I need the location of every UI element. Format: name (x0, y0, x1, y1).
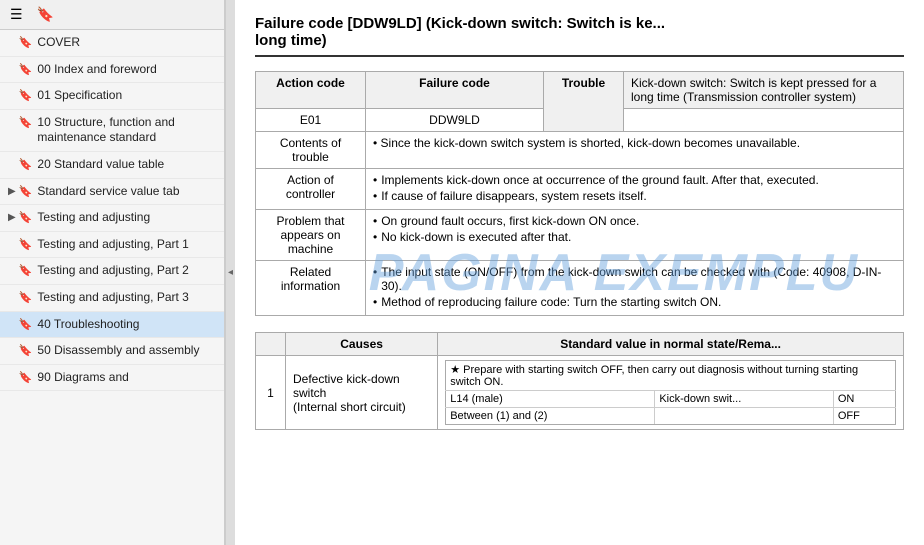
causes-table: Causes Standard value in normal state/Re… (255, 332, 904, 430)
trouble-desc-header: Kick-down switch: Switch is kept pressed… (624, 72, 904, 109)
sidebar-item-label: Testing and adjusting, Part 2 (37, 263, 188, 279)
failure-code-header: Failure code (366, 72, 544, 109)
sidebar-item-cover[interactable]: ▶🔖COVER (0, 30, 224, 57)
sidebar-item-01-spec[interactable]: ▶🔖01 Specification (0, 83, 224, 110)
bookmark-icon: 🔖 (19, 36, 33, 50)
sidebar-item-label: Testing and adjusting, Part 1 (37, 237, 188, 253)
failure-row-contents-of-trouble: Contents of trouble• Since the kick-down… (256, 132, 904, 169)
failure-row-related-information: Related information•The input state (ON/… (256, 261, 904, 316)
bookmark-icon: 🔖 (19, 158, 33, 172)
sidebar-item-testing-adj-2[interactable]: ▶🔖Testing and adjusting, Part 2 (0, 258, 224, 285)
sidebar-item-label: 40 Troubleshooting (37, 317, 139, 333)
menu-icon[interactable]: ☰ (6, 4, 27, 25)
sidebar-item-10-structure[interactable]: ▶🔖10 Structure, function and maintenance… (0, 110, 224, 152)
sidebar-item-20-standard[interactable]: ▶🔖20 Standard value table (0, 152, 224, 179)
bookmark-icon: 🔖 (19, 318, 33, 332)
causes-label-header: Causes (286, 333, 438, 356)
sidebar-item-label: 01 Specification (37, 88, 122, 104)
expand-icon: ▶ (8, 211, 16, 224)
sidebar-item-std-service[interactable]: ▶🔖 Standard service value tab (0, 179, 224, 206)
failure-row-content: •On ground fault occurs, first kick-down… (366, 210, 904, 261)
sidebar-item-90-diagrams[interactable]: ▶🔖90 Diagrams and (0, 365, 224, 392)
bookmark-toolbar-icon[interactable]: 🔖 (33, 4, 58, 25)
bookmark-icon: 🔖 (19, 344, 33, 358)
sidebar-item-testing-adj[interactable]: ▶🔖 Testing and adjusting (0, 205, 224, 232)
causes-num: 1 (256, 356, 286, 430)
bookmark-icon: 🔖 (19, 211, 33, 225)
bookmark-icon: 🔖 (19, 89, 33, 103)
main-content: Failure code [DDW9LD] (Kick-down switch:… (235, 0, 924, 545)
sidebar-item-label: Standard service value tab (37, 184, 179, 200)
failure-row-content: •The input state (ON/OFF) from the kick-… (366, 261, 904, 316)
failure-row-problem-that-appears-on-machine: Problem that appears on machine•On groun… (256, 210, 904, 261)
failure-row-label: Problem that appears on machine (256, 210, 366, 261)
bookmark-icon: 🔖 (19, 63, 33, 77)
causes-num-header (256, 333, 286, 356)
bookmark-icon: 🔖 (19, 264, 33, 278)
bookmark-icon: 🔖 (19, 371, 33, 385)
page-title: Failure code [DDW9LD] (Kick-down switch:… (255, 15, 904, 57)
trouble-desc-empty (624, 109, 904, 132)
action-code-header: Action code (256, 72, 366, 109)
sidebar-item-label: 90 Diagrams and (37, 370, 128, 386)
causes-desc: Defective kick-down switch(Internal shor… (286, 356, 438, 430)
sidebar-item-40-troubleshoot[interactable]: ▶🔖40 Troubleshooting (0, 312, 224, 339)
sidebar-item-00-index[interactable]: ▶🔖00 Index and foreword (0, 57, 224, 84)
sidebar-nav: ▶🔖COVER▶🔖00 Index and foreword▶🔖01 Speci… (0, 30, 224, 545)
failure-row-label: Related information (256, 261, 366, 316)
action-code-value: E01 (256, 109, 366, 132)
sidebar-item-label: COVER (37, 35, 80, 51)
sidebar-item-50-disassembly[interactable]: ▶🔖50 Disassembly and assembly (0, 338, 224, 365)
sidebar-item-testing-adj-3[interactable]: ▶🔖Testing and adjusting, Part 3 (0, 285, 224, 312)
failure-row-content: •Implements kick-down once at occurrence… (366, 169, 904, 210)
bookmark-icon: 🔖 (19, 291, 33, 305)
failure-row-label: Action of controller (256, 169, 366, 210)
failure-row-action-of-controller: Action of controller•Implements kick-dow… (256, 169, 904, 210)
causes-std-header: Standard value in normal state/Rema... (438, 333, 904, 356)
failure-row-label: Contents of trouble (256, 132, 366, 169)
failure-code-value: DDW9LD (366, 109, 544, 132)
sidebar-item-label: 20 Standard value table (37, 157, 164, 173)
sidebar-item-testing-adj-1[interactable]: ▶🔖Testing and adjusting, Part 1 (0, 232, 224, 259)
trouble-header: Trouble (544, 72, 624, 132)
failure-row-content: • Since the kick-down switch system is s… (366, 132, 904, 169)
sidebar: ☰ 🔖 ▶🔖COVER▶🔖00 Index and foreword▶🔖01 S… (0, 0, 225, 545)
bookmark-icon: 🔖 (19, 238, 33, 252)
causes-std: ★ Prepare with starting switch OFF, then… (438, 356, 904, 430)
sidebar-item-label: Testing and adjusting (37, 210, 150, 226)
sidebar-item-label: Testing and adjusting, Part 3 (37, 290, 188, 306)
sidebar-item-label: 00 Index and foreword (37, 62, 156, 78)
bookmark-icon: 🔖 (19, 116, 33, 130)
failure-info-table: Action code Failure code Trouble Kick-do… (255, 71, 904, 316)
sidebar-item-label: 50 Disassembly and assembly (37, 343, 199, 359)
bookmark-icon: 🔖 (19, 185, 33, 199)
sidebar-toolbar: ☰ 🔖 (0, 0, 224, 30)
expand-icon: ▶ (8, 185, 16, 198)
causes-row-1: 1 Defective kick-down switch(Internal sh… (256, 356, 904, 430)
sidebar-item-label: 10 Structure, function and maintenance s… (37, 115, 216, 146)
collapse-handle[interactable]: ◂ (225, 0, 235, 545)
